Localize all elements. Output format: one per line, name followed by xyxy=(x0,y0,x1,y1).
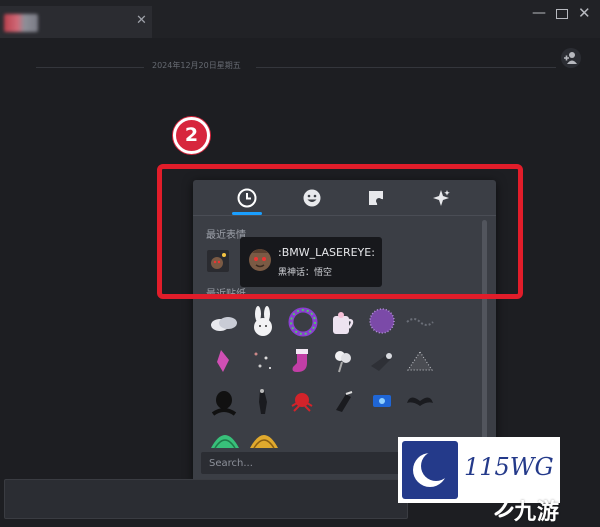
sticker-black-creature[interactable] xyxy=(209,386,239,416)
close-window-icon[interactable]: ✕ xyxy=(578,5,591,21)
brand-logo-icon xyxy=(492,494,514,520)
sticker-slippers[interactable] xyxy=(209,308,239,338)
watermark-brand: 九游 xyxy=(514,500,561,525)
blurred-avatar xyxy=(4,14,38,32)
sticker-donut[interactable] xyxy=(367,306,397,336)
sticker-wings[interactable] xyxy=(405,386,435,416)
tab-close-icon[interactable]: ✕ xyxy=(136,13,147,29)
divider xyxy=(256,67,556,68)
sticker-pink-shard[interactable] xyxy=(209,346,239,376)
sticker-claw[interactable] xyxy=(328,386,358,416)
sticker-search-input[interactable] xyxy=(209,456,409,470)
sticker-blue-device[interactable] xyxy=(367,386,397,416)
sticker-bunny[interactable] xyxy=(248,306,278,336)
sticker-pyramid[interactable] xyxy=(405,346,435,376)
minimize-icon[interactable]: — xyxy=(532,5,546,21)
title-bar: ✕ — ✕ xyxy=(0,0,600,38)
sticker-wreath[interactable] xyxy=(287,306,318,337)
highlight-frame xyxy=(157,164,523,299)
chat-tab[interactable]: ✕ xyxy=(0,6,152,38)
sticker-stocking[interactable] xyxy=(287,346,317,376)
sticker-red-crab[interactable] xyxy=(287,386,317,416)
sticker-mug[interactable] xyxy=(328,308,358,338)
sticker-figure[interactable] xyxy=(248,386,278,416)
step-number-badge: 2 xyxy=(173,117,210,154)
watermark-logo xyxy=(402,441,458,499)
add-friend-icon[interactable] xyxy=(560,48,582,68)
maximize-icon[interactable] xyxy=(556,9,568,19)
sticker-sparkle-dots[interactable] xyxy=(248,346,278,376)
sticker-flower[interactable] xyxy=(328,346,358,376)
sticker-hand-tool[interactable] xyxy=(367,346,397,376)
watermark-logo-text: 115WG xyxy=(464,453,554,481)
date-separator: 2024年12月20日星期五 xyxy=(152,61,241,70)
sticker-dots[interactable] xyxy=(405,312,435,342)
divider xyxy=(36,67,144,68)
message-input[interactable] xyxy=(4,479,408,519)
